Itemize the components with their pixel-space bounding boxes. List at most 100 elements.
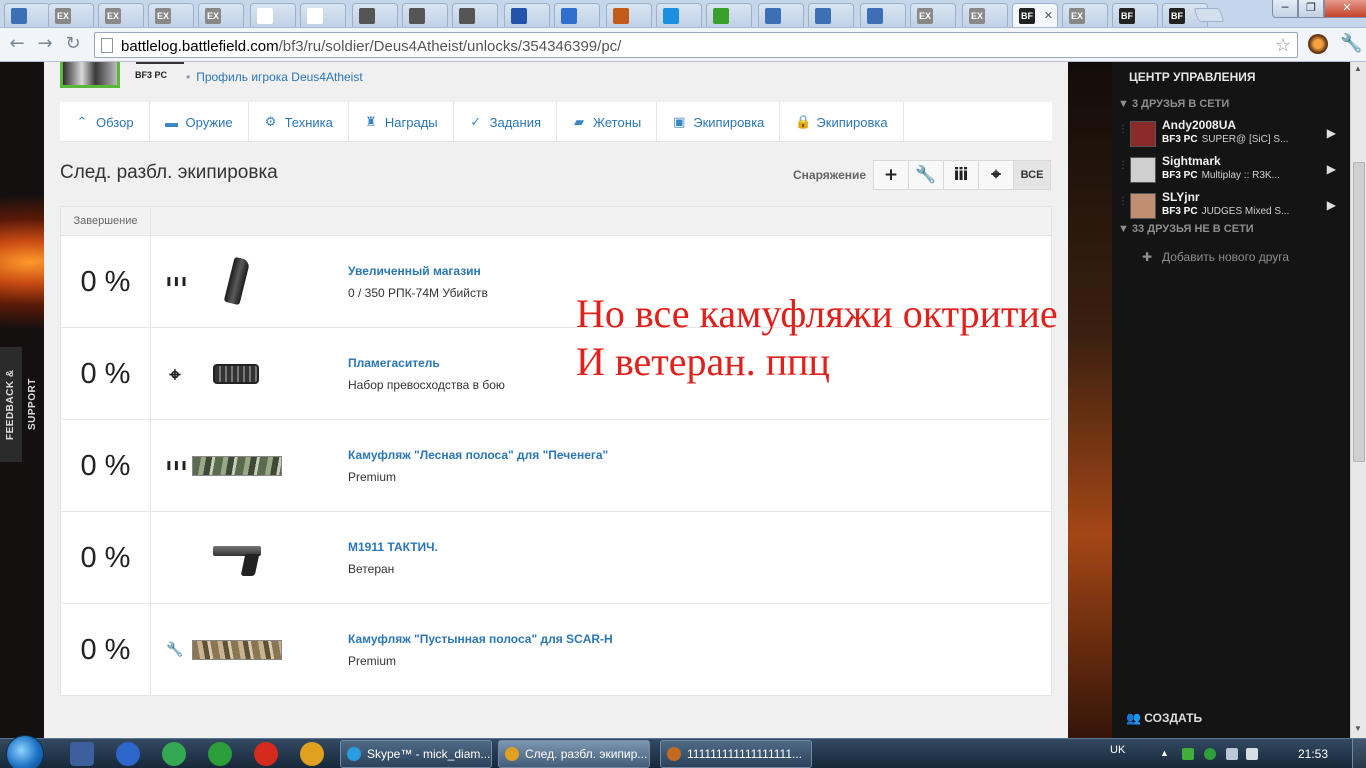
floppy-icon[interactable]: [70, 742, 94, 766]
item-name-link[interactable]: Увеличенный магазин: [348, 264, 481, 278]
network-icon[interactable]: [1226, 748, 1238, 760]
profile-link[interactable]: • Профиль игрока Deus4Atheist: [186, 70, 363, 84]
browser-tab[interactable]: [4, 3, 50, 27]
game-icon[interactable]: [300, 742, 324, 766]
item-name-link[interactable]: Пламегаситель: [348, 356, 440, 370]
nav-tab-2[interactable]: ▬ Оружие: [150, 102, 249, 142]
browser-tab[interactable]: [860, 3, 906, 27]
url-text[interactable]: battlelog.battlefield.com/bf3/ru/soldier…: [121, 38, 621, 55]
browser-tab[interactable]: [402, 3, 448, 27]
nav-tab-7[interactable]: ▣ Экипировка: [657, 102, 781, 142]
minimize-button[interactable]: ─: [1272, 0, 1298, 18]
browser-tab[interactable]: [300, 3, 346, 27]
browser-tab[interactable]: BF: [1112, 3, 1158, 27]
reload-icon[interactable]: ↻: [62, 33, 84, 55]
browser-tab[interactable]: EX: [910, 3, 956, 27]
taskbar-window-button[interactable]: Skype™ - mick_diam...: [340, 740, 492, 768]
back-arrow-icon[interactable]: ←: [6, 33, 28, 55]
soldier-avatar[interactable]: [60, 62, 120, 88]
language-indicator[interactable]: UK: [1110, 744, 1125, 756]
browser-tab[interactable]: [554, 3, 600, 27]
nav-tab-6[interactable]: ▰ Жетоны: [557, 102, 658, 142]
browser-tab[interactable]: [250, 3, 296, 27]
tray-expand-icon[interactable]: ▲: [1160, 748, 1172, 760]
page-scrollbar[interactable]: ▲ ▼: [1350, 62, 1366, 738]
item-name-link[interactable]: M1911 ТАКТИЧ.: [348, 540, 438, 554]
nav-tab-3[interactable]: ⚙ Техника: [249, 102, 349, 142]
friend-avatar[interactable]: [1130, 157, 1156, 183]
join-play-icon[interactable]: ▶: [1327, 198, 1336, 212]
filter-crosshair-button[interactable]: ⌖: [979, 161, 1014, 189]
friend-name[interactable]: SLYjnr: [1162, 190, 1200, 204]
filter-plus-button[interactable]: +: [874, 161, 909, 189]
browser-tab[interactable]: EX: [198, 3, 244, 27]
browser-tab[interactable]: EX: [48, 3, 94, 27]
nav-tab-1[interactable]: ⌃ Обзор: [60, 102, 150, 142]
address-bar[interactable]: battlelog.battlefield.com/bf3/ru/soldier…: [94, 32, 1298, 58]
forward-arrow-icon[interactable]: →: [34, 33, 56, 55]
browser-tab[interactable]: [808, 3, 854, 27]
item-name-link[interactable]: Камуфляж "Лесная полоса" для "Печенега": [348, 448, 608, 462]
nav-tab-4[interactable]: ♜ Награды: [349, 102, 454, 142]
bookmark-star-icon[interactable]: ☆: [1275, 35, 1291, 56]
show-desktop-button[interactable]: [1352, 739, 1366, 768]
create-button[interactable]: 👥 СОЗДАТЬ: [1126, 711, 1202, 725]
browser-tab[interactable]: [758, 3, 804, 27]
nav-tab-label: Обзор: [96, 114, 134, 130]
feedback-support-tab[interactable]: FEEDBACK & SUPPORT: [0, 347, 38, 462]
item-name-link[interactable]: Камуфляж "Пустынная полоса" для SCAR-H: [348, 632, 613, 646]
new-tab-button[interactable]: [1193, 8, 1225, 22]
scroll-down-icon[interactable]: ▼: [1354, 724, 1362, 733]
taskbar-window-button[interactable]: 111111111111111111...: [660, 740, 812, 768]
friend-item[interactable]: ⋮ SLYjnr BF3 PC JUDGES Mixed S... ▶: [1112, 188, 1350, 222]
browser-tab[interactable]: EX: [98, 3, 144, 27]
taskbar-window-button[interactable]: След. разбл. экипир...: [498, 740, 650, 768]
browser-tab[interactable]: [452, 3, 498, 27]
lightning-icon[interactable]: [116, 742, 140, 766]
browser-tab[interactable]: [504, 3, 550, 27]
join-play-icon[interactable]: ▶: [1327, 162, 1336, 176]
browser-tab[interactable]: EX: [148, 3, 194, 27]
volume-icon[interactable]: [1246, 748, 1258, 760]
browser-tab[interactable]: BF ✕: [1012, 3, 1058, 27]
browser-tab[interactable]: [606, 3, 652, 27]
scroll-up-icon[interactable]: ▲: [1354, 64, 1362, 73]
friend-name[interactable]: Andy2008UA: [1162, 118, 1236, 132]
friend-item[interactable]: ⋮ Sightmark BF3 PC Multiplay :: R3K... ▶: [1112, 152, 1350, 186]
browser-tab[interactable]: [706, 3, 752, 27]
column-header-completion[interactable]: Завершение: [61, 207, 151, 236]
extension-icon[interactable]: [1308, 34, 1328, 54]
wrench-menu-icon[interactable]: 🔧: [1340, 33, 1362, 54]
friend-avatar[interactable]: [1130, 193, 1156, 219]
torrent-icon[interactable]: [208, 742, 232, 766]
drag-handle-icon[interactable]: ⋮: [1118, 124, 1128, 135]
scrollbar-thumb[interactable]: [1353, 162, 1365, 462]
close-button[interactable]: ✕: [1324, 0, 1366, 18]
filter-ammo-button[interactable]: ⅲ: [944, 161, 979, 189]
close-tab-icon[interactable]: ✕: [1044, 9, 1053, 22]
phone-app-icon[interactable]: [162, 742, 186, 766]
nav-tab-5[interactable]: ✓ Задания: [454, 102, 558, 142]
browser-tab[interactable]: [656, 3, 702, 27]
tray-torrent-icon[interactable]: [1204, 748, 1216, 760]
browser-tab[interactable]: [352, 3, 398, 27]
clock[interactable]: 21:53: [1298, 747, 1328, 761]
browser-tab[interactable]: EX: [1062, 3, 1108, 27]
opera-icon[interactable]: [254, 742, 278, 766]
friend-item[interactable]: ⋮ Andy2008UA BF3 PC SUPER@ [SiC] S... ▶: [1112, 116, 1350, 150]
drag-handle-icon[interactable]: ⋮: [1118, 196, 1128, 207]
add-friend-link[interactable]: Добавить нового друга: [1162, 250, 1289, 264]
friend-avatar[interactable]: [1130, 121, 1156, 147]
tray-app-icon[interactable]: [1182, 748, 1194, 760]
filter-all-button[interactable]: ВСЕ: [1014, 161, 1050, 189]
maximize-button[interactable]: ❐: [1298, 0, 1324, 18]
offline-friends-header[interactable]: ▼ 33 ДРУЗЬЯ НЕ В СЕТИ: [1118, 223, 1254, 235]
online-friends-header[interactable]: ▼ 3 ДРУЗЬЯ В СЕТИ: [1118, 98, 1229, 110]
filter-wrench-button[interactable]: 🔧: [909, 161, 944, 189]
nav-tab-8[interactable]: 🔒 Экипировка: [780, 102, 904, 142]
browser-tab[interactable]: EX: [962, 3, 1008, 27]
join-play-icon[interactable]: ▶: [1327, 126, 1336, 140]
start-button[interactable]: [6, 735, 44, 768]
drag-handle-icon[interactable]: ⋮: [1118, 160, 1128, 171]
friend-name[interactable]: Sightmark: [1162, 154, 1221, 168]
